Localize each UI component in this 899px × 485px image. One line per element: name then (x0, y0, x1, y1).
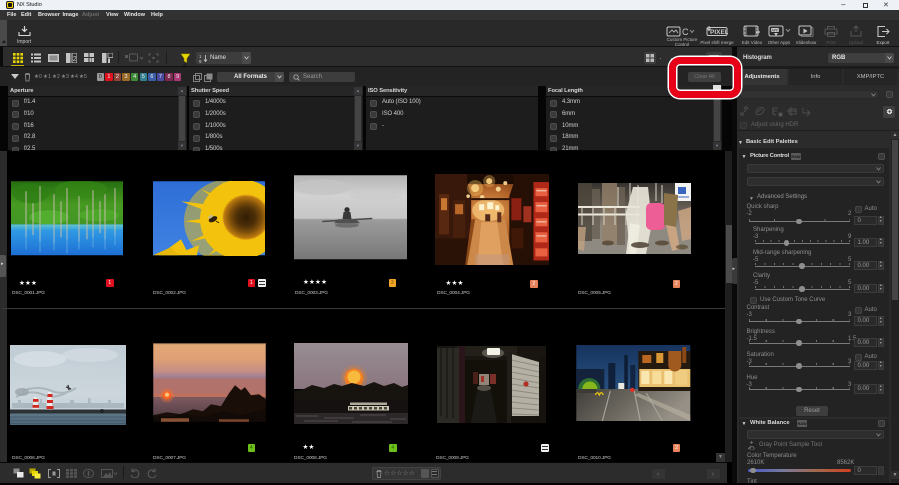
svg-text:PIXEL: PIXEL (710, 29, 728, 36)
svg-text:2: 2 (73, 56, 77, 63)
svg-text:C: C (682, 27, 689, 37)
svg-text:APP: APP (772, 29, 780, 33)
svg-text:9: 9 (199, 59, 202, 63)
